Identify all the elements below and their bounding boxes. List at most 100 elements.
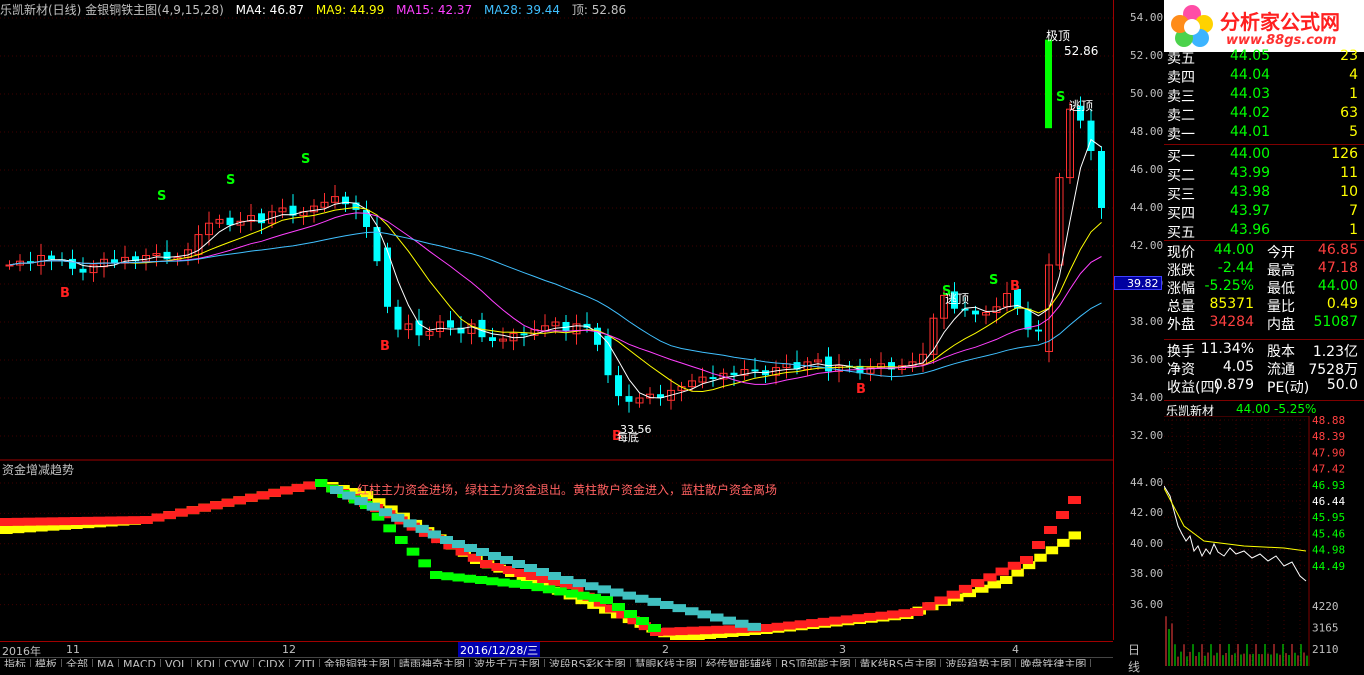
retail-out-bar bbox=[585, 582, 599, 591]
mini-pct: -5.25% bbox=[1274, 402, 1317, 416]
retail-out-bar bbox=[710, 613, 724, 622]
buy-row: 买三 43.98 10 bbox=[1164, 183, 1364, 203]
mini-tick: 45.46 bbox=[1312, 527, 1345, 540]
quote-stat-row: 总量 85371 量比 0.49 bbox=[1164, 296, 1364, 315]
retail-out-bar bbox=[354, 497, 368, 506]
price-tick: 44.00 bbox=[1130, 201, 1164, 214]
main-bar bbox=[1032, 541, 1045, 549]
main-bar bbox=[863, 612, 877, 621]
main-bar bbox=[1020, 556, 1033, 564]
brand-url[interactable]: www.88gs.com bbox=[1226, 33, 1336, 48]
main-out-bar bbox=[520, 581, 533, 589]
main-bar bbox=[303, 481, 316, 490]
sell-signal-marker: S bbox=[157, 189, 166, 204]
buy-signal-marker: B bbox=[380, 339, 390, 354]
main-out-bar bbox=[565, 589, 579, 598]
stat-value: 0.879 bbox=[1213, 377, 1254, 393]
stat-label: 现价 bbox=[1167, 245, 1195, 261]
intraday-mini-chart[interactable]: 48.88 48.39 47.90 47.42 46.93 46.44 45.95 45.46… bbox=[1164, 416, 1364, 666]
price-tick: 34.00 bbox=[1130, 391, 1164, 404]
stat-label: 量比 bbox=[1267, 299, 1295, 315]
stat-value: -5.25% bbox=[1204, 278, 1254, 294]
mini-price: 44.00 bbox=[1236, 402, 1271, 416]
retail-out-bar bbox=[697, 610, 711, 619]
buy-signal-marker: B bbox=[856, 382, 866, 397]
main-bar bbox=[70, 517, 83, 525]
mini-tick: 47.90 bbox=[1312, 446, 1345, 459]
retail-out-bar bbox=[524, 564, 537, 572]
candle-body bbox=[48, 255, 55, 260]
main-bar bbox=[771, 622, 785, 631]
main-bar bbox=[958, 584, 973, 593]
date-cursor-label: 2016/12/28/三 bbox=[458, 642, 541, 658]
period-label[interactable]: 日线 bbox=[1128, 641, 1140, 675]
retail-out-bar bbox=[647, 597, 661, 606]
main-bar bbox=[946, 590, 960, 599]
candle-body bbox=[520, 333, 528, 336]
main-bar bbox=[233, 496, 246, 505]
escape-annotation-1: 逃顶 bbox=[1069, 99, 1094, 113]
main-bar bbox=[0, 518, 13, 526]
stat-label: 涨跌 bbox=[1167, 263, 1195, 279]
stat-value: 4.05 bbox=[1222, 359, 1254, 375]
main-bar bbox=[1007, 561, 1021, 570]
main-out-bar bbox=[430, 571, 443, 579]
ob-price: 44.01 bbox=[1230, 124, 1271, 140]
brand-logo: 分析家公式网 www.88gs.com bbox=[1164, 0, 1364, 52]
retail-out-bar bbox=[403, 519, 417, 528]
retail-out-bar bbox=[572, 579, 586, 588]
mini-tick: 45.95 bbox=[1312, 511, 1345, 524]
main-out-bar bbox=[463, 574, 476, 583]
date-label-apr: 4 bbox=[1012, 643, 1019, 656]
kline-chart-area[interactable]: 乐凯新材(日线) 金银铜铁主图(4,9,15,28) MA4: 46.87 MA… bbox=[0, 0, 1140, 674]
main-out-bar bbox=[383, 524, 396, 533]
main-bar bbox=[175, 508, 188, 517]
main-bar bbox=[221, 498, 235, 507]
retail-bar bbox=[0, 526, 13, 534]
ob-volume: 5 bbox=[1349, 124, 1358, 140]
retail-out-bar bbox=[464, 544, 477, 552]
candle-body bbox=[384, 247, 391, 307]
ob-label: 卖一 bbox=[1167, 127, 1195, 143]
retail-out-bar bbox=[747, 622, 761, 631]
stat-label: PE(动) bbox=[1267, 380, 1310, 396]
retail-out-bar bbox=[427, 530, 441, 539]
retail-out-bar bbox=[415, 524, 429, 533]
retail-out-bar bbox=[635, 594, 649, 603]
retail-bar bbox=[1000, 576, 1013, 584]
ob-volume: 10 bbox=[1340, 184, 1358, 200]
sell-signal-marker: S bbox=[226, 173, 235, 188]
main-out-bar bbox=[542, 585, 556, 594]
main-out-bar bbox=[588, 593, 601, 602]
mini-tick: 47.42 bbox=[1312, 463, 1345, 476]
candle-body bbox=[972, 310, 979, 315]
main-out-bar bbox=[497, 578, 510, 587]
main-bar bbox=[35, 517, 48, 526]
mini-tick: 4220 bbox=[1312, 600, 1339, 613]
ob-label: 买一 bbox=[1167, 149, 1195, 165]
main-bar bbox=[934, 596, 948, 605]
candle-body bbox=[615, 375, 622, 397]
stat-label: 内盘 bbox=[1267, 317, 1295, 333]
retail-out-bar bbox=[342, 491, 356, 500]
ob-label: 卖二 bbox=[1167, 108, 1195, 124]
price-tick: 36.00 bbox=[1130, 353, 1164, 366]
bottom-annotation-label: 每底 bbox=[617, 431, 639, 444]
stat-label: 收益(四) bbox=[1167, 380, 1220, 396]
ob-price: 44.05 bbox=[1230, 48, 1271, 64]
stat-label: 换手 bbox=[1167, 344, 1195, 360]
date-label-nov: 11 bbox=[66, 643, 80, 656]
stat-label: 流通 bbox=[1267, 362, 1295, 378]
candle-body bbox=[79, 268, 87, 273]
retail-out-bar bbox=[536, 568, 549, 576]
main-bar bbox=[1044, 526, 1057, 534]
main-bar bbox=[491, 563, 504, 571]
sell-row: 卖四 44.04 4 bbox=[1164, 66, 1364, 86]
indicator-tick: 44.00 bbox=[1130, 476, 1164, 489]
candle-body bbox=[415, 320, 423, 336]
main-bar bbox=[875, 611, 888, 620]
date-label-mar: 3 bbox=[839, 643, 846, 656]
main-bar bbox=[46, 517, 60, 526]
price-tick: 42.00 bbox=[1130, 239, 1164, 252]
sell-row: 卖五 44.05 23 bbox=[1164, 47, 1364, 67]
